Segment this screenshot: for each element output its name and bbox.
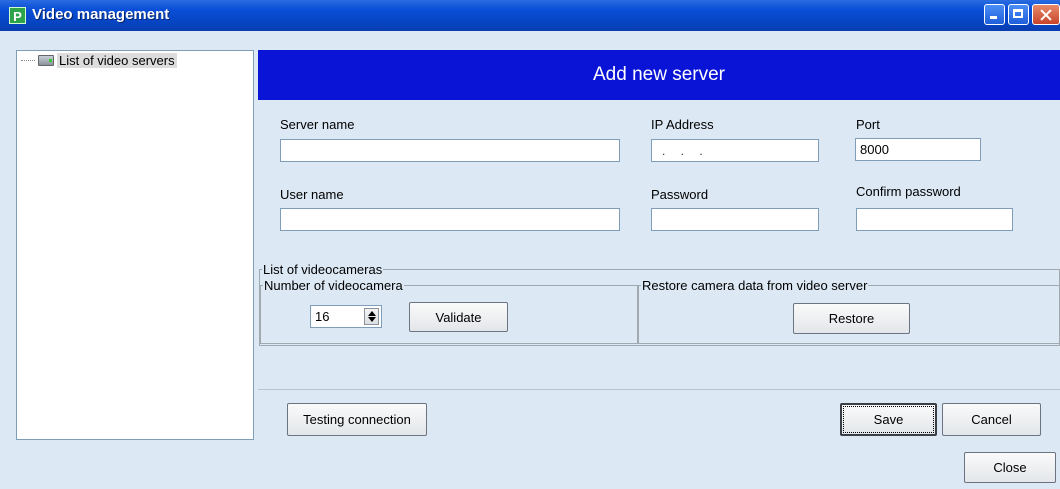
close-window-icon[interactable] — [1032, 4, 1060, 25]
password-input[interactable] — [651, 208, 819, 231]
testing-connection-button[interactable]: Testing connection — [287, 403, 427, 436]
server-name-label: Server name — [280, 117, 355, 132]
restore-button[interactable]: Restore — [793, 303, 910, 334]
separator-line — [258, 389, 1060, 390]
port-input[interactable] — [855, 138, 981, 161]
bottom-bar — [0, 444, 1060, 489]
user-name-input[interactable] — [280, 208, 620, 231]
confirm-password-input[interactable] — [856, 208, 1013, 231]
spinner-arrows-icon[interactable] — [364, 308, 379, 325]
server-icon — [38, 55, 54, 66]
window-title: Video management — [32, 6, 170, 23]
title-bar[interactable]: P Video management — [0, 0, 1060, 31]
restore-group-title: Restore camera data from video server — [642, 278, 868, 293]
maximize-icon[interactable] — [1008, 4, 1029, 25]
server-tree[interactable]: List of video servers — [16, 50, 254, 440]
user-name-label: User name — [280, 187, 344, 202]
validate-button[interactable]: Validate — [409, 302, 508, 332]
password-label: Password — [651, 187, 709, 202]
tree-item-label: List of video servers — [57, 53, 177, 68]
confirm-password-label: Confirm password — [856, 184, 961, 199]
close-button[interactable]: Close — [964, 452, 1056, 483]
minimize-icon[interactable] — [984, 4, 1005, 25]
number-of-videocamera-title: Number of videocamera — [264, 278, 403, 293]
ip-address-label: IP Address — [651, 117, 714, 132]
tree-connector-line — [21, 60, 35, 61]
ip-address-value: . . . — [662, 144, 709, 158]
camera-count-stepper[interactable]: 16 — [310, 305, 382, 328]
tree-item-video-servers[interactable]: List of video servers — [21, 53, 177, 68]
ip-address-input[interactable]: . . . — [651, 139, 819, 162]
form-header: Add new server — [258, 50, 1060, 100]
port-label: Port — [856, 117, 880, 132]
server-name-input[interactable] — [280, 139, 620, 162]
videocameras-group-title: List of videocameras — [263, 262, 383, 277]
save-button[interactable]: Save — [840, 403, 937, 436]
app-icon: P — [9, 7, 26, 24]
camera-count-value: 16 — [315, 309, 330, 324]
cancel-button[interactable]: Cancel — [942, 403, 1041, 436]
